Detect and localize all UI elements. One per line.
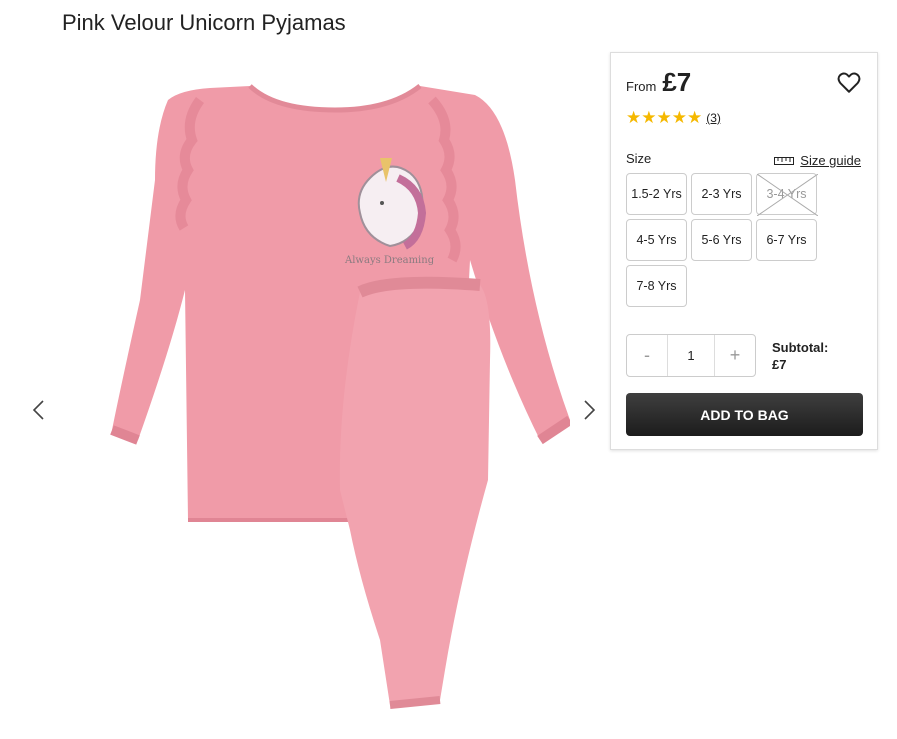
size-option-label: 6-7 Yrs	[766, 233, 807, 247]
print-text: Always Dreaming	[344, 255, 435, 266]
size-guide-label: Size guide	[800, 153, 861, 168]
size-option-label: 7-8 Yrs	[636, 279, 677, 293]
size-option[interactable]: 2-3 Yrs	[691, 173, 752, 215]
size-option-label: 1.5-2 Yrs	[631, 187, 682, 201]
size-option[interactable]: 1.5-2 Yrs	[626, 173, 687, 215]
add-to-bag-button[interactable]: ADD TO BAG	[626, 393, 863, 436]
size-guide-link[interactable]: Size guide	[774, 153, 861, 168]
size-option-label: 4-5 Yrs	[636, 233, 677, 247]
subtotal: Subtotal: £7	[772, 339, 828, 373]
star-rating-icon: ★★★★★	[626, 108, 703, 127]
decrease-quantity-button[interactable]: -	[627, 335, 667, 376]
cross-out-icon	[757, 174, 818, 216]
buy-panel: From £7 ★★★★★ (3) Size Size guide 1.5-2 …	[610, 52, 878, 450]
subtotal-label: Subtotal:	[772, 340, 829, 355]
size-option[interactable]: 4-5 Yrs	[626, 219, 687, 261]
size-option-label: 2-3 Yrs	[701, 187, 742, 201]
rating[interactable]: ★★★★★ (3)	[626, 109, 721, 126]
heart-icon[interactable]	[836, 69, 862, 95]
ruler-icon	[774, 156, 795, 165]
size-option[interactable]: 5-6 Yrs	[691, 219, 752, 261]
chevron-right-icon[interactable]	[576, 398, 600, 422]
review-count[interactable]: (3)	[706, 111, 721, 125]
increase-quantity-button[interactable]: +	[715, 335, 755, 376]
price-row: From £7	[626, 67, 691, 98]
size-option[interactable]: 6-7 Yrs	[756, 219, 817, 261]
product-gallery: Always Dreaming	[20, 60, 605, 739]
size-option[interactable]: 7-8 Yrs	[626, 265, 687, 307]
subtotal-value: £7	[772, 357, 787, 372]
product-image: Always Dreaming	[110, 84, 570, 709]
from-label: From	[626, 79, 657, 94]
size-options: 1.5-2 Yrs 2-3 Yrs 3-4 Yrs 4-5 Yrs 5-6 Yr…	[626, 173, 866, 307]
size-label: Size	[626, 151, 652, 166]
quantity-value[interactable]: 1	[667, 335, 715, 376]
page-title: Pink Velour Unicorn Pyjamas	[62, 10, 346, 35]
size-option-label: 5-6 Yrs	[701, 233, 742, 247]
price: £7	[662, 67, 692, 97]
chevron-left-icon[interactable]	[28, 398, 52, 422]
size-option-unavailable: 3-4 Yrs	[756, 173, 818, 216]
quantity-stepper: - 1 +	[626, 334, 756, 377]
